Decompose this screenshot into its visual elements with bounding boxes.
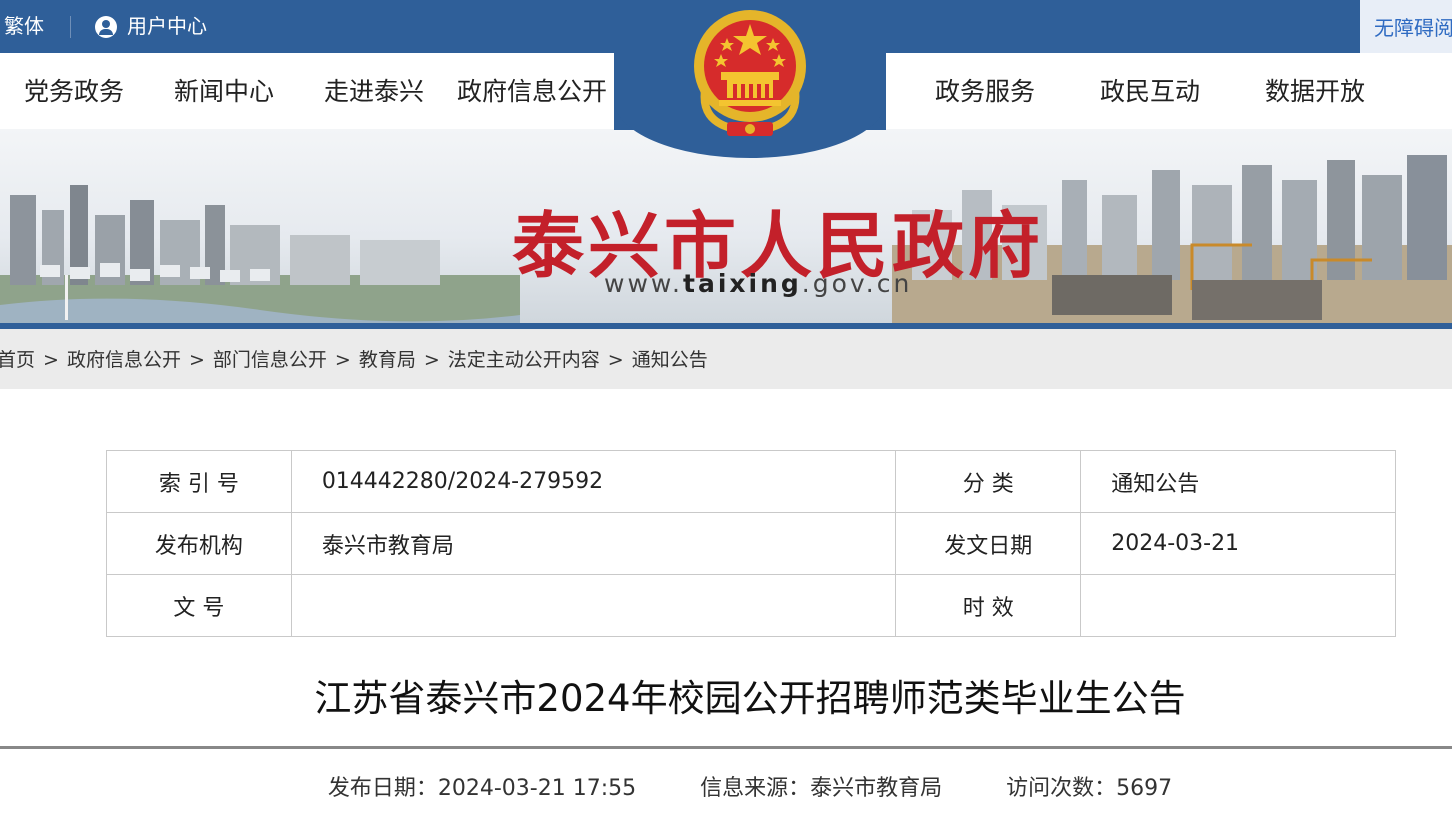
- issue-date-label: 发文日期: [895, 512, 1082, 575]
- visit-count: 访问次数：5697: [1006, 776, 1173, 801]
- breadcrumb-separator: >: [188, 349, 205, 371]
- nav-item-gov-info[interactable]: 政府信息公开: [457, 53, 607, 129]
- category-label: 分 类: [895, 450, 1082, 513]
- nav-item-gov-services[interactable]: 政务服务: [935, 53, 1035, 129]
- nav-item-interaction[interactable]: 政民互动: [1100, 53, 1200, 129]
- category-value: 通知公告: [1080, 450, 1396, 513]
- validity-label: 时 效: [895, 574, 1082, 637]
- table-row: 发布机构 泰兴市教育局 发文日期 2024-03-21: [106, 512, 1396, 575]
- nav-item-news-center[interactable]: 新闻中心: [174, 53, 274, 129]
- article-title: 江苏省泰兴市2024年校园公开招聘师范类毕业生公告: [314, 677, 1186, 720]
- nav-item-party-affairs[interactable]: 党务政务: [24, 53, 124, 129]
- breadcrumb-home[interactable]: 首页: [0, 329, 35, 391]
- accessibility-button[interactable]: 无障碍阅读: [1360, 0, 1452, 53]
- index-number-label: 索 引 号: [106, 450, 292, 513]
- article-meta: 发布日期：2024-03-21 17:55 信息来源：泰兴市教育局 访问次数：569…: [0, 770, 1452, 802]
- breadcrumb-education-bureau[interactable]: 教育局: [359, 329, 416, 391]
- document-number-value: [290, 574, 897, 637]
- issue-date-value: 2024-03-21: [1080, 512, 1396, 575]
- title-divider: [0, 746, 1452, 749]
- site-banner: 泰兴市人民政府 www.taixing.gov.cn: [0, 129, 1452, 325]
- site-url: www.taixing.gov.cn: [604, 269, 913, 298]
- traditional-chinese-link[interactable]: 繁体: [4, 0, 44, 53]
- index-number-value: 014442280/2024-279592: [290, 450, 897, 513]
- publisher-value: 泰兴市教育局: [290, 512, 897, 575]
- user-center-link[interactable]: 用户中心: [95, 0, 207, 53]
- breadcrumb-gov-info[interactable]: 政府信息公开: [67, 329, 181, 391]
- table-row: 索 引 号 014442280/2024-279592 分 类 通知公告: [106, 450, 1396, 513]
- breadcrumb-dept-info[interactable]: 部门信息公开: [213, 329, 327, 391]
- city-skyline-left: [0, 185, 520, 325]
- breadcrumb: 首页 > 政府信息公开 > 部门信息公开 > 教育局 > 法定主动公开内容 > 通知公告: [0, 329, 1452, 389]
- nav-item-open-data[interactable]: 数据开放: [1265, 53, 1365, 129]
- user-center-label: 用户中心: [127, 14, 207, 38]
- breadcrumb-separator: >: [607, 349, 624, 371]
- validity-value: [1080, 574, 1396, 637]
- table-row: 文 号 时 效: [106, 574, 1396, 637]
- breadcrumb-separator: >: [423, 349, 440, 371]
- user-icon: [95, 15, 117, 38]
- nav-item-about-taixing[interactable]: 走进泰兴: [324, 53, 424, 129]
- breadcrumb-statutory-content[interactable]: 法定主动公开内容: [448, 329, 600, 391]
- document-info-table: 索 引 号 014442280/2024-279592 分 类 通知公告 发布机…: [106, 450, 1396, 637]
- divider: [70, 16, 71, 38]
- publisher-label: 发布机构: [106, 512, 292, 575]
- breadcrumb-separator: >: [334, 349, 351, 371]
- breadcrumb-separator: >: [43, 349, 59, 371]
- publish-date: 发布日期：2024-03-21 17:55: [327, 776, 637, 801]
- breadcrumb-notices[interactable]: 通知公告: [632, 329, 708, 391]
- document-number-label: 文 号: [106, 574, 292, 637]
- national-emblem-icon: [694, 10, 806, 136]
- info-source: 信息来源：泰兴市教育局: [700, 776, 943, 801]
